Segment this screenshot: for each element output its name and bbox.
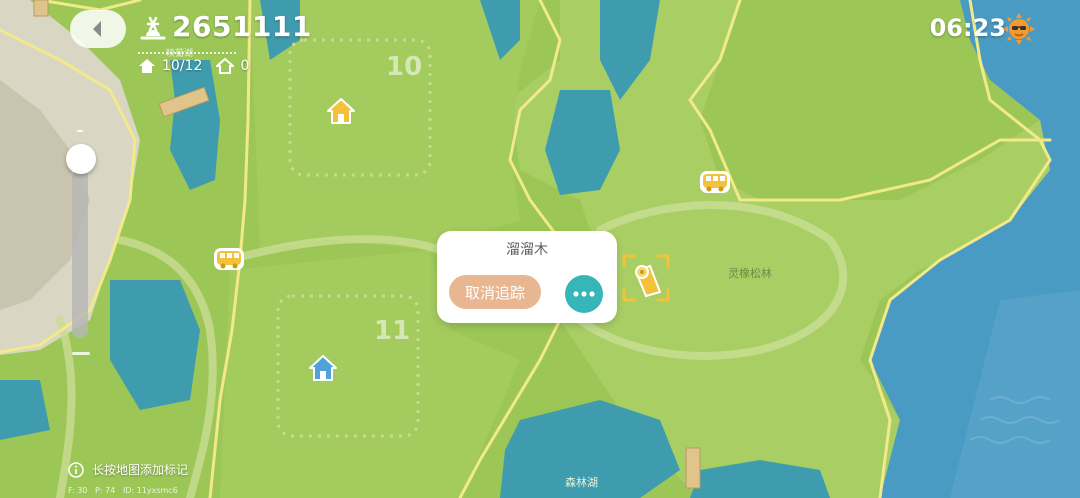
zoom-plus-mark bbox=[77, 130, 83, 132]
debug-id: ID: 11yxsmc6 bbox=[122, 486, 178, 495]
tracked-item-marker[interactable] bbox=[620, 252, 672, 308]
popup-title: 溜溜木 bbox=[506, 242, 548, 258]
houses-count: 10/12 bbox=[162, 58, 203, 74]
zoom-slider-knob[interactable] bbox=[66, 144, 96, 174]
untrack-button[interactable]: 取消追踪 bbox=[449, 275, 541, 309]
item-popup: 溜溜木 取消追踪 bbox=[437, 231, 617, 323]
bus-icon bbox=[700, 171, 730, 193]
bus-icon bbox=[214, 248, 244, 270]
game-time: 06:23 bbox=[929, 14, 1006, 42]
home-icon bbox=[216, 58, 235, 74]
debug-info: F: 30 P: 74 ID: 11yxsmc6 bbox=[68, 486, 178, 495]
map-hint-text: 长按地图添加标记 bbox=[92, 463, 189, 477]
more-button[interactable] bbox=[565, 275, 603, 313]
tracker-icon bbox=[622, 254, 670, 302]
plot-number-11: 11 bbox=[374, 316, 411, 346]
back-arrow-icon bbox=[93, 21, 101, 37]
money-amount: 2651111 bbox=[172, 10, 312, 43]
debug-p: P: 74 bbox=[95, 486, 116, 495]
bus-stop-left[interactable] bbox=[213, 247, 245, 275]
house-icon bbox=[139, 59, 155, 73]
money-icon bbox=[138, 14, 168, 48]
lake-label-bottom: 森林湖 bbox=[565, 476, 598, 489]
house-marker-yellow[interactable] bbox=[326, 96, 356, 130]
bus-stop-right[interactable] bbox=[699, 170, 731, 198]
homes-count: 0 bbox=[240, 58, 250, 74]
house-marker-blue[interactable] bbox=[308, 353, 338, 387]
area-label-forest: 灵橡松林 bbox=[728, 267, 772, 280]
hud-sub-stats: 10/12 0 bbox=[138, 58, 249, 74]
info-icon bbox=[68, 461, 84, 478]
more-icon bbox=[573, 291, 595, 297]
debug-f: F: 30 bbox=[68, 486, 88, 495]
house-icon bbox=[327, 98, 355, 124]
zoom-slider-fill bbox=[72, 168, 88, 338]
zoom-minus-mark bbox=[72, 352, 90, 355]
hud-divider bbox=[138, 52, 236, 54]
back-button[interactable] bbox=[70, 10, 126, 48]
house-icon bbox=[309, 355, 337, 381]
sun-icon bbox=[1002, 12, 1036, 50]
map-hint: 长按地图添加标记 bbox=[68, 461, 188, 478]
plot-number-10: 10 bbox=[386, 52, 423, 82]
